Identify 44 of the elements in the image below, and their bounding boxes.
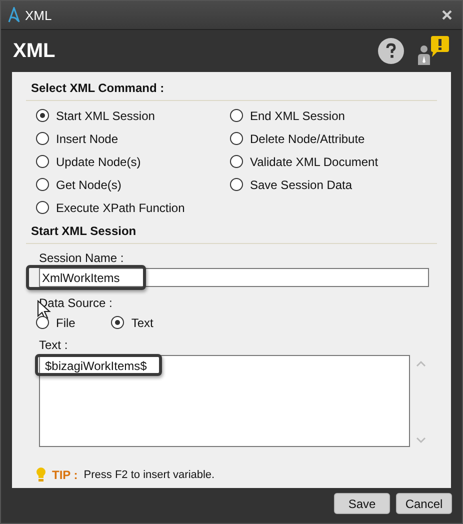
tip-label: TIP : [52,468,78,482]
field-label: Session Name : [39,251,124,265]
radio-button[interactable] [230,132,243,145]
dialog-button[interactable]: Save [334,493,390,514]
radio-button[interactable] [36,178,49,191]
radio-button[interactable] [36,109,49,122]
logo-icon [7,7,21,23]
user-alert-icon [416,36,450,66]
radio-option[interactable]: File [36,314,76,331]
session-name-field[interactable]: XmlWorkItems [39,268,429,287]
radio-option[interactable]: Delete Node/Attribute [230,130,424,147]
help-icon [378,38,404,64]
radio-button[interactable] [230,178,243,191]
radio-button[interactable] [36,155,49,168]
radio-option[interactable]: Update Node(s) [36,153,230,170]
scroll-up-icon [416,360,426,367]
radio-option[interactable]: Start XML Session [36,107,230,124]
help-button[interactable] [378,38,404,64]
section-title: Start XML Session [30,224,138,238]
dialog-button[interactable]: Cancel [396,493,452,514]
radio-option[interactable]: Execute XPath Function [36,199,230,216]
radio-button[interactable] [230,155,243,168]
scroll-down-icon [416,437,426,444]
radio-option[interactable]: Validate XML Document [230,153,424,170]
window-title: XML [25,8,53,22]
radio-button[interactable] [230,109,243,122]
tip-text: Press F2 to insert variable. [84,468,215,480]
radio-button[interactable] [36,132,49,145]
field-label: Text : [39,338,68,352]
radio-button[interactable] [36,316,49,329]
group-label: Select XML Command : [30,81,166,95]
radio-option[interactable]: Insert Node [36,130,230,147]
radio-option[interactable]: Get Node(s) [36,176,230,193]
user-alert-button[interactable] [416,36,450,66]
field-value: $bizagiWorkItems$ [45,359,148,373]
dialog-title: XML [13,40,56,62]
radio-option[interactable]: End XML Session [230,107,424,124]
radio-option[interactable]: Save Session Data [230,176,424,193]
close-button[interactable] [440,8,454,22]
radio-button[interactable] [111,316,124,329]
lightbulb-icon [36,467,46,482]
close-icon [442,10,452,20]
radio-button[interactable] [36,201,49,214]
radio-option[interactable]: Text [111,314,154,331]
